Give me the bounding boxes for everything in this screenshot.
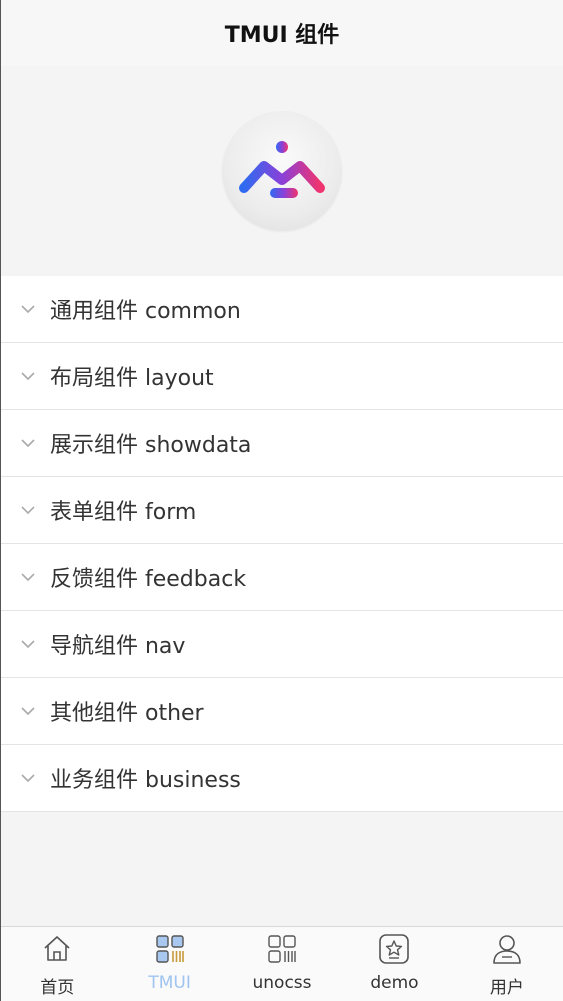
grid-icon — [155, 935, 184, 963]
chevron-down-icon — [20, 702, 38, 720]
app-root: TMUI 组件 通用组件 common 布局组件 layout 展示组件 sho… — [0, 0, 563, 1001]
home-icon — [44, 936, 70, 961]
tab-label: unocss — [252, 973, 312, 993]
tab-label: demo — [370, 973, 419, 993]
list-item-showdata[interactable]: 展示组件 showdata — [1, 410, 563, 477]
user-icon — [493, 935, 521, 964]
chevron-down-icon — [20, 635, 38, 653]
tab-label: 首页 — [40, 978, 75, 998]
list-item-business[interactable]: 业务组件 business — [1, 745, 563, 812]
list-item-label: 通用组件 common — [50, 299, 241, 324]
list-item-other[interactable]: 其他组件 other — [1, 678, 563, 745]
list-item-nav[interactable]: 导航组件 nav — [1, 611, 563, 678]
tmui-logo-icon — [239, 141, 325, 198]
tab-label: 用户 — [489, 978, 524, 998]
list-item-form[interactable]: 表单组件 form — [1, 477, 563, 544]
component-list: 通用组件 common 布局组件 layout 展示组件 showdata 表单… — [1, 276, 563, 812]
tab-demo[interactable]: demo — [338, 927, 450, 1001]
tab-user[interactable]: 用户 — [451, 927, 563, 1001]
chevron-down-icon — [20, 769, 38, 787]
tab-home[interactable]: 首页 — [1, 927, 113, 1001]
tmui-logo — [222, 111, 342, 231]
chevron-down-icon — [20, 434, 38, 452]
tab-label: TMUI — [148, 973, 191, 993]
tab-tmui[interactable]: TMUI — [113, 927, 225, 1001]
list-item-label: 业务组件 business — [50, 768, 241, 793]
list-item-label: 表单组件 form — [50, 500, 197, 525]
tab-unocss[interactable]: unocss — [226, 927, 338, 1001]
chevron-down-icon — [20, 501, 38, 519]
list-item-label: 展示组件 showdata — [50, 433, 252, 458]
grid-outline-icon — [268, 935, 296, 963]
chevron-down-icon — [20, 367, 38, 385]
list-item-label: 布局组件 layout — [50, 366, 214, 391]
chevron-down-icon — [20, 568, 38, 586]
chevron-down-icon — [20, 300, 38, 318]
tab-bar: 首页 TMUI unocss demo 用户 — [1, 926, 563, 1001]
list-item-feedback[interactable]: 反馈组件 feedback — [1, 544, 563, 611]
list-item-layout[interactable]: 布局组件 layout — [1, 343, 563, 410]
hero — [1, 66, 563, 276]
list-item-label: 其他组件 other — [50, 701, 204, 726]
list-item-label: 反馈组件 feedback — [50, 567, 247, 592]
list-item-common[interactable]: 通用组件 common — [1, 276, 563, 343]
star-box-icon — [379, 934, 410, 964]
page-title: TMUI 组件 — [224, 23, 340, 48]
list-item-label: 导航组件 nav — [50, 634, 186, 659]
navbar: TMUI 组件 — [1, 0, 563, 66]
